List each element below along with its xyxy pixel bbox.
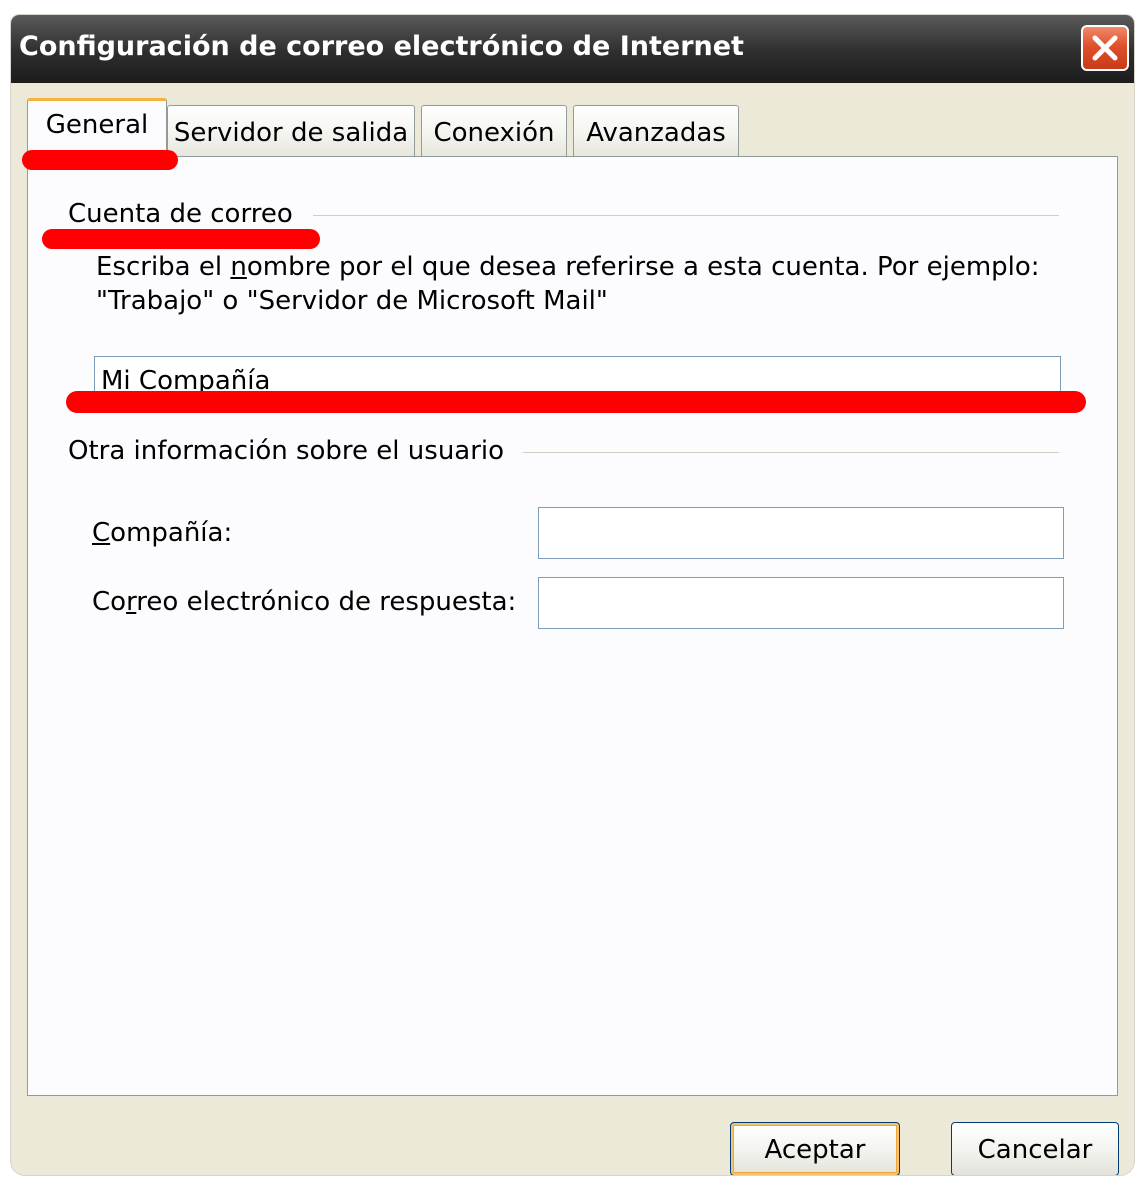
- tab-servidor-de-salida[interactable]: Servidor de salida: [167, 105, 415, 157]
- annotation-underline-cuenta: [42, 229, 320, 249]
- close-icon: [1092, 35, 1118, 61]
- group-label-otra-informacion: Otra información sobre el usuario: [68, 436, 505, 466]
- tab-panel-general: Cuenta de correo Escriba el nombre por e…: [27, 156, 1118, 1096]
- dialog-window: Configuración de correo electrónico de I…: [11, 15, 1134, 1175]
- company-label: Compañía:: [92, 518, 233, 548]
- tab-avanzadas[interactable]: Avanzadas: [573, 105, 739, 157]
- annotation-underline-general: [22, 150, 178, 170]
- reply-email-label: Correo electrónico de respuesta:: [92, 587, 517, 617]
- group-divider-usuario: [523, 452, 1059, 453]
- tab-conexion[interactable]: Conexión: [421, 105, 567, 157]
- annotation-underline-account-name: [66, 391, 1086, 413]
- company-input[interactable]: [538, 507, 1064, 559]
- aceptar-button[interactable]: Aceptar: [730, 1122, 900, 1175]
- title-bar[interactable]: Configuración de correo electrónico de I…: [11, 15, 1134, 83]
- group-label-cuenta-de-correo: Cuenta de correo: [68, 199, 293, 229]
- account-description: Escriba el nombre por el que desea refer…: [96, 252, 1040, 316]
- close-button[interactable]: [1081, 25, 1129, 71]
- window-title: Configuración de correo electrónico de I…: [19, 31, 744, 62]
- cancelar-button[interactable]: Cancelar: [951, 1122, 1119, 1175]
- reply-email-input[interactable]: [538, 577, 1064, 629]
- group-divider-cuenta: [313, 215, 1059, 216]
